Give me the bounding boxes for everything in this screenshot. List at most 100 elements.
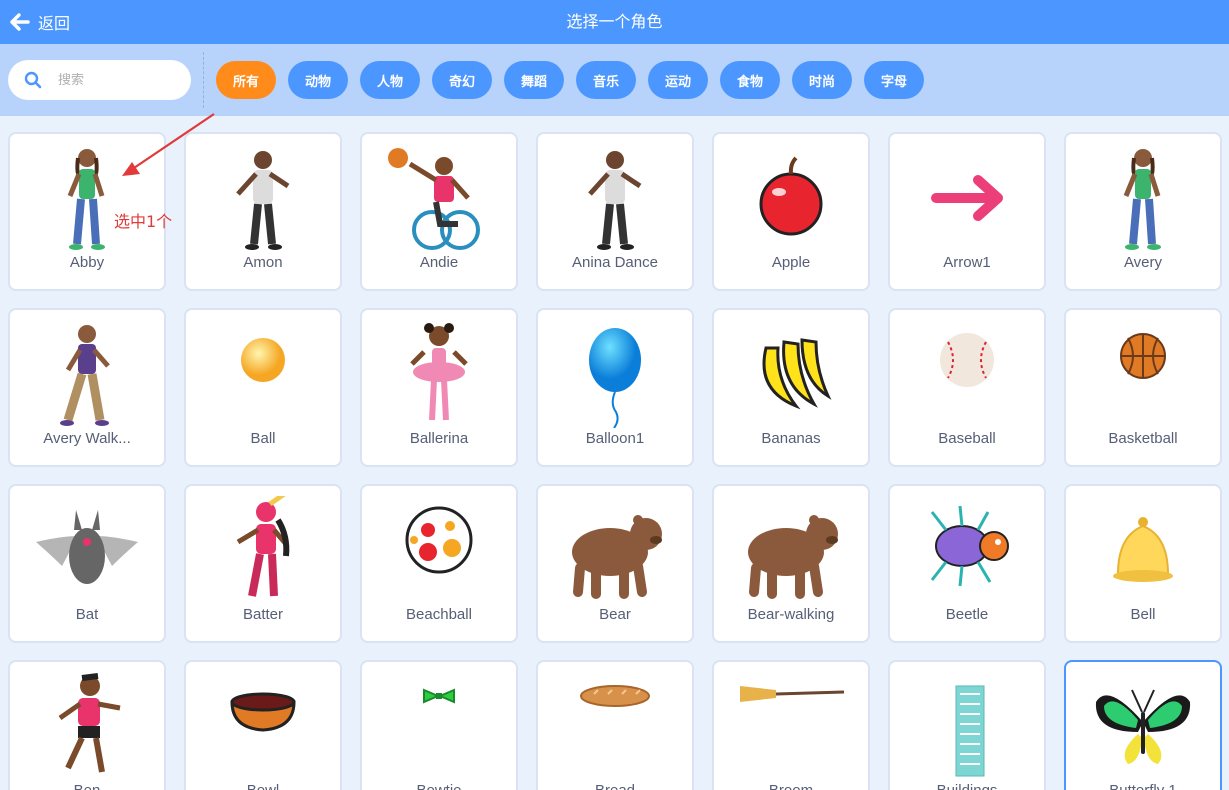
sprite-label: Avery	[1123, 254, 1163, 271]
tag-5[interactable]: 音乐	[576, 61, 636, 99]
sprite-label: Baseball	[938, 430, 996, 447]
sprite-label: Anina Dance	[572, 254, 658, 271]
sprite-card[interactable]: Bat	[8, 484, 166, 643]
tag-2[interactable]: 人物	[360, 61, 420, 99]
category-tags: 所有 动物 人物 奇幻 舞蹈 音乐 运动 食物 时尚 字母	[216, 61, 924, 99]
sprite-card[interactable]: Broom	[712, 660, 870, 790]
top-bar: 返回 选择一个角色	[0, 0, 1229, 44]
bowl-icon	[186, 670, 340, 782]
sprite-card[interactable]: Bell	[1064, 484, 1222, 643]
runner-figure-icon	[10, 670, 164, 782]
sprite-label: Ben	[14, 782, 160, 790]
bowtie-icon	[362, 670, 516, 782]
sprite-card[interactable]: Arrow1	[888, 132, 1046, 291]
basketball-icon	[1066, 318, 1220, 430]
sprite-card[interactable]: Amon	[184, 132, 342, 291]
sprite-card[interactable]: Ballerina	[360, 308, 518, 467]
sprite-label: Butterfly 1	[1070, 782, 1216, 790]
broom-icon	[714, 670, 868, 782]
sprite-label: Bear-walking	[747, 606, 835, 623]
dancer-figure-icon	[538, 142, 692, 254]
sprite-card[interactable]: Baseball	[888, 308, 1046, 467]
sprite-card[interactable]: Batter	[184, 484, 342, 643]
sprite-label: Andie	[419, 254, 459, 271]
sprite-label: Basketball	[1108, 430, 1178, 447]
sprite-card[interactable]: Avery Walk...	[8, 308, 166, 467]
sprite-label: Balloon1	[585, 430, 645, 447]
ballerina-figure-icon	[362, 318, 516, 430]
baseball-icon	[890, 318, 1044, 430]
sprite-card[interactable]: Butterfly 1	[1064, 660, 1222, 790]
sprite-label: Bowtie	[366, 782, 512, 790]
sprite-label: Abby	[69, 254, 105, 271]
tag-7[interactable]: 食物	[720, 61, 780, 99]
sprite-label: Bowl	[190, 782, 336, 790]
bat-icon	[10, 494, 164, 606]
sprite-card[interactable]: Buildings	[888, 660, 1046, 790]
sprite-label: Beachball	[406, 606, 472, 623]
sprite-card[interactable]: Ball	[184, 308, 342, 467]
building-icon	[890, 670, 1044, 782]
girl-figure-icon	[10, 142, 164, 254]
blue-balloon-icon	[538, 318, 692, 430]
filter-divider	[203, 52, 204, 108]
girl-figure-icon	[1066, 142, 1220, 254]
sprite-label: Avery Walk...	[43, 430, 131, 447]
sprite-label: Batter	[242, 606, 284, 623]
tag-0[interactable]: 所有	[216, 61, 276, 99]
annotation-label: 选中1个	[114, 212, 173, 231]
sprite-label: Bread	[542, 782, 688, 790]
walking-girl-figure-icon	[10, 318, 164, 430]
sprite-label: Bell	[1130, 606, 1156, 623]
sprite-card[interactable]: Apple	[712, 132, 870, 291]
sprite-card[interactable]: Bear-walking	[712, 484, 870, 643]
page-title: 选择一个角色	[566, 12, 663, 31]
beachball-icon	[362, 494, 516, 606]
pink-arrow-icon	[890, 142, 1044, 254]
tag-9[interactable]: 字母	[864, 61, 924, 99]
sprite-card[interactable]: Balloon1	[536, 308, 694, 467]
sprite-card[interactable]: Andie	[360, 132, 518, 291]
sprite-card[interactable]: Avery	[1064, 132, 1222, 291]
search-input[interactable]	[58, 72, 178, 88]
sprite-card[interactable]: Ben	[8, 660, 166, 790]
sprite-label: Ballerina	[409, 430, 469, 447]
sprite-label: Ball	[250, 430, 276, 447]
bear-icon	[538, 494, 692, 606]
sprite-card[interactable]: Bowl	[184, 660, 342, 790]
sprite-card[interactable]: Anina Dance	[536, 132, 694, 291]
sprite-label: Buildings	[894, 782, 1040, 790]
search-icon	[24, 71, 42, 89]
sprite-label: Apple	[771, 254, 811, 271]
tag-1[interactable]: 动物	[288, 61, 348, 99]
sprite-card[interactable]: Basketball	[1064, 308, 1222, 467]
sprite-label: Amon	[243, 254, 283, 271]
sprite-card[interactable]: Bananas	[712, 308, 870, 467]
bread-icon	[538, 670, 692, 782]
sprite-label: Beetle	[945, 606, 989, 623]
sprite-card[interactable]: Bear	[536, 484, 694, 643]
sprite-label: Broom	[718, 782, 864, 790]
sprite-card[interactable]: Bowtie	[360, 660, 518, 790]
batter-figure-icon	[186, 494, 340, 606]
search-box[interactable]	[8, 60, 191, 100]
tag-6[interactable]: 运动	[648, 61, 708, 99]
butterfly-icon	[1066, 670, 1220, 782]
sprite-card[interactable]: Beachball	[360, 484, 518, 643]
bell-icon	[1066, 494, 1220, 606]
bear-icon	[714, 494, 868, 606]
bananas-icon	[714, 318, 868, 430]
sprite-label: Bear	[599, 606, 631, 623]
sprite-card[interactable]: Bread	[536, 660, 694, 790]
sprite-label: Bat	[75, 606, 99, 623]
sprite-card[interactable]: Beetle	[888, 484, 1046, 643]
sprite-label: Arrow1	[943, 254, 991, 271]
yellow-ball-icon	[186, 318, 340, 430]
apple-icon	[714, 142, 868, 254]
tag-4[interactable]: 舞蹈	[504, 61, 564, 99]
tag-3[interactable]: 奇幻	[432, 61, 492, 99]
sprite-label: Bananas	[761, 430, 821, 447]
dancer-figure-icon	[186, 142, 340, 254]
tag-8[interactable]: 时尚	[792, 61, 852, 99]
beetle-icon	[890, 494, 1044, 606]
